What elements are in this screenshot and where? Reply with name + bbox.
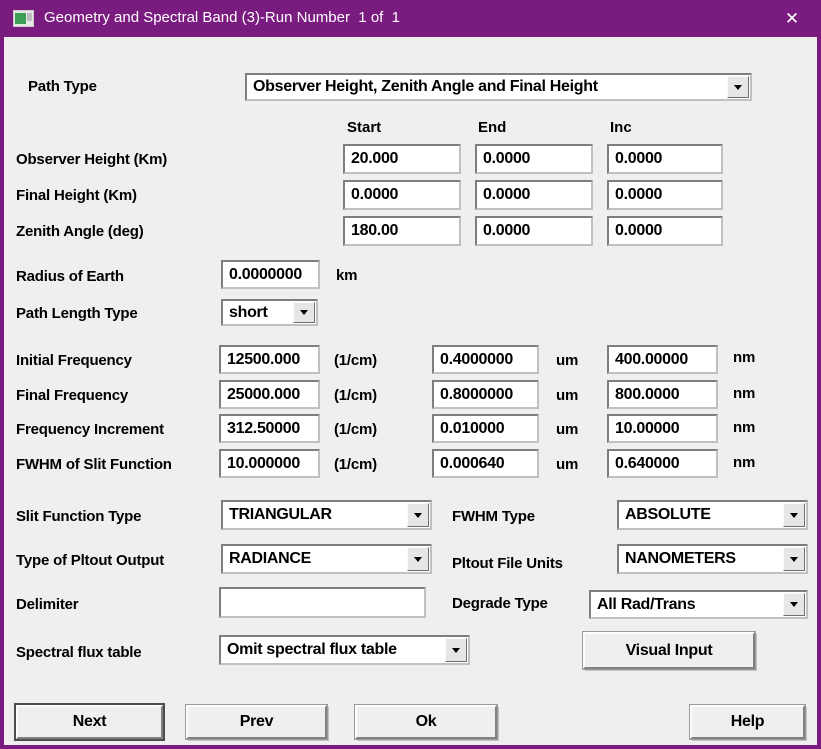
zenith-angle-label: Zenith Angle (deg) bbox=[16, 223, 144, 240]
chevron-down-icon[interactable] bbox=[727, 76, 749, 98]
chevron-down-icon[interactable] bbox=[783, 547, 805, 571]
slit-function-type-dropdown[interactable]: TRIANGULAR bbox=[221, 500, 432, 530]
titlebar: Geometry and Spectral Band (3)-Run Numbe… bbox=[0, 0, 821, 37]
final-frequency-um-input[interactable] bbox=[432, 380, 539, 409]
path-type-dropdown[interactable]: Observer Height, Zenith Angle and Final … bbox=[245, 73, 752, 101]
spectral-flux-table-value: Omit spectral flux table bbox=[227, 637, 444, 663]
zenith-angle-start-input[interactable] bbox=[343, 216, 461, 246]
initial-frequency-nm-unit: nm bbox=[733, 349, 755, 366]
final-height-inc-input[interactable] bbox=[607, 180, 723, 210]
zenith-angle-end-input[interactable] bbox=[475, 216, 593, 246]
fwhm-type-value: ABSOLUTE bbox=[625, 502, 782, 528]
help-button[interactable]: Help bbox=[690, 705, 805, 739]
visual-input-button[interactable]: Visual Input bbox=[583, 632, 755, 669]
final-height-end-input[interactable] bbox=[475, 180, 593, 210]
frequency-increment-um-input[interactable] bbox=[432, 414, 539, 443]
chevron-down-icon[interactable] bbox=[445, 638, 467, 662]
delimiter-label: Delimiter bbox=[16, 596, 78, 613]
slit-function-type-label: Slit Function Type bbox=[16, 508, 141, 525]
radius-of-earth-unit: km bbox=[336, 267, 357, 284]
fwhm-slit-nm-input[interactable] bbox=[607, 449, 718, 478]
column-header-end: End bbox=[478, 119, 506, 136]
radius-of-earth-label: Radius of Earth bbox=[16, 268, 124, 285]
fwhm-type-label: FWHM Type bbox=[452, 508, 535, 525]
dialog-window: Geometry and Spectral Band (3)-Run Numbe… bbox=[0, 0, 821, 749]
final-frequency-label: Final Frequency bbox=[16, 387, 128, 404]
frequency-increment-cm-unit: (1/cm) bbox=[334, 421, 377, 438]
fwhm-slit-label: FWHM of Slit Function bbox=[16, 456, 172, 473]
final-frequency-cm-unit: (1/cm) bbox=[334, 387, 377, 404]
frequency-increment-cm-input[interactable] bbox=[219, 414, 320, 443]
degrade-type-label: Degrade Type bbox=[452, 595, 548, 612]
path-type-label: Path Type bbox=[28, 78, 97, 95]
observer-height-inc-input[interactable] bbox=[607, 144, 723, 174]
final-height-label: Final Height (Km) bbox=[16, 187, 137, 204]
frequency-increment-um-unit: um bbox=[556, 421, 578, 438]
delimiter-input[interactable] bbox=[219, 587, 426, 618]
chevron-down-icon[interactable] bbox=[293, 302, 315, 323]
path-length-type-value: short bbox=[229, 301, 292, 324]
pltout-file-units-dropdown[interactable]: NANOMETERS bbox=[617, 544, 808, 574]
next-button[interactable]: Next bbox=[16, 705, 163, 739]
final-frequency-cm-input[interactable] bbox=[219, 380, 320, 409]
column-header-start: Start bbox=[347, 119, 381, 136]
prev-button[interactable]: Prev bbox=[186, 705, 327, 739]
initial-frequency-cm-input[interactable] bbox=[219, 345, 320, 374]
chevron-down-icon[interactable] bbox=[407, 503, 429, 527]
final-height-start-input[interactable] bbox=[343, 180, 461, 210]
chevron-down-icon[interactable] bbox=[783, 593, 805, 616]
final-frequency-nm-input[interactable] bbox=[607, 380, 718, 409]
app-icon bbox=[13, 10, 34, 27]
fwhm-slit-cm-unit: (1/cm) bbox=[334, 456, 377, 473]
close-icon[interactable]: ✕ bbox=[771, 4, 813, 33]
path-type-value: Observer Height, Zenith Angle and Final … bbox=[253, 75, 726, 99]
spectral-flux-table-dropdown[interactable]: Omit spectral flux table bbox=[219, 635, 470, 665]
fwhm-slit-um-unit: um bbox=[556, 456, 578, 473]
pltout-file-units-label: Pltout File Units bbox=[452, 555, 563, 572]
initial-frequency-um-input[interactable] bbox=[432, 345, 539, 374]
fwhm-slit-nm-unit: nm bbox=[733, 454, 755, 471]
pltout-file-units-value: NANOMETERS bbox=[625, 546, 782, 572]
observer-height-label: Observer Height (Km) bbox=[16, 151, 167, 168]
spectral-flux-table-label: Spectral flux table bbox=[16, 644, 141, 661]
initial-frequency-nm-input[interactable] bbox=[607, 345, 718, 374]
window-title: Geometry and Spectral Band (3)-Run Numbe… bbox=[44, 9, 400, 26]
initial-frequency-label: Initial Frequency bbox=[16, 352, 132, 369]
pltout-output-type-value: RADIANCE bbox=[229, 546, 406, 572]
final-frequency-um-unit: um bbox=[556, 387, 578, 404]
pltout-output-type-dropdown[interactable]: RADIANCE bbox=[221, 544, 432, 574]
degrade-type-value: All Rad/Trans bbox=[597, 592, 782, 617]
chevron-down-icon[interactable] bbox=[783, 503, 805, 527]
chevron-down-icon[interactable] bbox=[407, 547, 429, 571]
observer-height-start-input[interactable] bbox=[343, 144, 461, 174]
fwhm-slit-um-input[interactable] bbox=[432, 449, 539, 478]
observer-height-end-input[interactable] bbox=[475, 144, 593, 174]
ok-button[interactable]: Ok bbox=[355, 705, 497, 739]
pltout-output-type-label: Type of Pltout Output bbox=[16, 552, 164, 569]
slit-function-type-value: TRIANGULAR bbox=[229, 502, 406, 528]
path-length-type-label: Path Length Type bbox=[16, 305, 138, 322]
initial-frequency-um-unit: um bbox=[556, 352, 578, 369]
degrade-type-dropdown[interactable]: All Rad/Trans bbox=[589, 590, 808, 619]
initial-frequency-cm-unit: (1/cm) bbox=[334, 352, 377, 369]
radius-of-earth-input[interactable] bbox=[221, 260, 320, 289]
fwhm-type-dropdown[interactable]: ABSOLUTE bbox=[617, 500, 808, 530]
zenith-angle-inc-input[interactable] bbox=[607, 216, 723, 246]
frequency-increment-nm-input[interactable] bbox=[607, 414, 718, 443]
final-frequency-nm-unit: nm bbox=[733, 385, 755, 402]
fwhm-slit-cm-input[interactable] bbox=[219, 449, 320, 478]
path-length-type-dropdown[interactable]: short bbox=[221, 299, 318, 326]
column-header-inc: Inc bbox=[610, 119, 632, 136]
frequency-increment-nm-unit: nm bbox=[733, 419, 755, 436]
frequency-increment-label: Frequency Increment bbox=[16, 421, 164, 438]
